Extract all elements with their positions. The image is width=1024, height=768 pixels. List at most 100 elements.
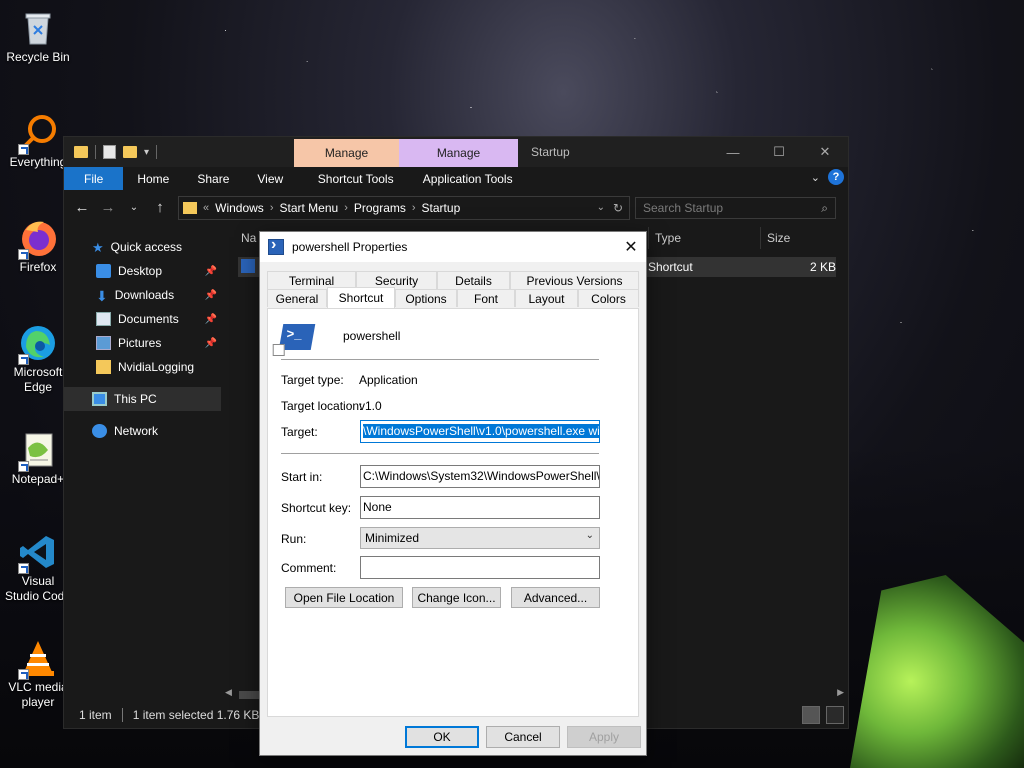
shortcut-arrow-icon — [18, 144, 29, 155]
shortcut-arrow-icon — [18, 563, 29, 574]
search-icon[interactable]: ⌕ — [821, 201, 828, 216]
column-header-type[interactable]: Type — [648, 227, 758, 249]
tab-share[interactable]: Share — [183, 167, 243, 190]
expand-ribbon-chevron-icon[interactable]: ⌄ — [811, 171, 820, 184]
dialog-titlebar[interactable]: powershell Properties ✕ — [260, 232, 646, 262]
run-select[interactable]: Minimized ⌄ — [360, 527, 600, 549]
start-in-field[interactable]: C:\Windows\System32\WindowsPowerShell\v1… — [360, 465, 600, 488]
column-header-size[interactable]: Size — [760, 227, 838, 249]
documents-icon — [96, 312, 111, 326]
divider — [95, 145, 96, 159]
details-view-icon[interactable] — [802, 706, 820, 724]
breadcrumb-startup[interactable]: Startup — [422, 201, 461, 215]
refresh-icon[interactable]: ↻ — [613, 201, 623, 215]
advanced-button[interactable]: Advanced... — [511, 587, 600, 608]
tab-details[interactable]: Details — [437, 271, 510, 289]
nav-pictures[interactable]: Pictures 📌 — [64, 331, 221, 355]
nav-this-pc[interactable]: This PC — [64, 387, 221, 411]
tab-options[interactable]: Options — [395, 289, 457, 307]
desktop-icon-notepadpp[interactable]: Notepad+ — [4, 430, 72, 487]
tab-shortcut[interactable]: Shortcut — [327, 287, 395, 308]
desktop-icon-recycle-bin[interactable]: Recycle Bin — [4, 8, 72, 65]
vlc-icon — [18, 638, 58, 680]
everything-icon — [18, 113, 58, 155]
nav-label: This PC — [114, 392, 157, 406]
nav-quick-access[interactable]: ★ Quick access — [64, 235, 221, 259]
column-header-name[interactable]: Na — [241, 227, 256, 249]
cancel-button[interactable]: Cancel — [486, 726, 560, 748]
breadcrumb-windows[interactable]: Windows — [215, 201, 264, 215]
breadcrumb-separator[interactable]: › — [270, 202, 274, 214]
computer-icon — [92, 392, 107, 406]
explorer-titlebar[interactable]: ▾ Manage Manage Startup — ☐ ✕ — [64, 137, 848, 167]
apply-button[interactable]: Apply — [567, 726, 641, 748]
search-input[interactable]: Search Startup ⌕ — [635, 197, 836, 219]
tab-font[interactable]: Font — [457, 289, 515, 307]
close-icon[interactable]: ✕ — [616, 232, 646, 262]
nav-documents[interactable]: Documents 📌 — [64, 307, 221, 331]
desktop-icon-vlc[interactable]: VLC media player — [4, 638, 72, 710]
notepadpp-icon — [18, 430, 58, 472]
breadcrumb-overflow[interactable]: « — [203, 202, 209, 214]
customize-chevron-icon[interactable]: ▾ — [144, 147, 149, 158]
desktop-icon-label: Microsoft Edge — [13, 365, 63, 394]
context-tab-manage-shortcut[interactable]: Manage — [294, 139, 399, 167]
breadcrumb-programs[interactable]: Programs — [354, 201, 406, 215]
up-arrow-icon[interactable]: ↑ — [152, 199, 168, 216]
tab-layout[interactable]: Layout — [515, 289, 578, 307]
large-icons-view-icon[interactable] — [826, 706, 844, 724]
maximize-icon[interactable]: ☐ — [756, 137, 802, 167]
target-field[interactable]: \WindowsPowerShell\v1.0\powershell.exe w… — [360, 420, 600, 443]
nav-network[interactable]: Network — [64, 419, 221, 443]
scroll-left-icon[interactable]: ◀ — [225, 687, 232, 698]
close-icon[interactable]: ✕ — [802, 137, 848, 167]
forward-arrow-icon[interactable]: → — [100, 199, 116, 216]
nav-nvidialogging[interactable]: NvidiaLogging — [64, 355, 221, 379]
nav-desktop[interactable]: Desktop 📌 — [64, 259, 221, 283]
address-bar[interactable]: « Windows › Start Menu › Programs › Star… — [178, 195, 630, 220]
desktop-icon-vscode[interactable]: Visual Studio Code — [4, 532, 72, 604]
new-folder-icon[interactable] — [123, 146, 137, 158]
tab-shortcut-tools[interactable]: Shortcut Tools — [303, 167, 408, 190]
change-icon-button[interactable]: Change Icon... — [412, 587, 501, 608]
ribbon-right-controls: ⌄ ? — [811, 169, 844, 185]
tab-file[interactable]: File — [64, 167, 124, 190]
desktop-icon-edge[interactable]: Microsoft Edge — [4, 323, 72, 395]
tab-application-tools[interactable]: Application Tools — [408, 167, 527, 190]
desktop-icon-label: Everything — [9, 155, 67, 169]
tab-view[interactable]: View — [243, 167, 303, 190]
scroll-right-icon[interactable]: ▶ — [837, 687, 844, 698]
minimize-icon[interactable]: — — [710, 137, 756, 167]
tab-colors[interactable]: Colors — [578, 289, 639, 307]
divider — [121, 708, 123, 722]
file-type-cell: Shortcut — [648, 260, 693, 274]
shortcut-key-field[interactable]: None — [360, 496, 600, 519]
desktop-icon-label: Firefox — [19, 260, 57, 274]
firefox-icon — [18, 218, 58, 260]
wallpaper-tent — [850, 575, 1024, 768]
nav-downloads[interactable]: ⬇ Downloads 📌 — [64, 283, 221, 307]
help-icon[interactable]: ? — [828, 169, 844, 185]
properties-icon[interactable] — [103, 145, 116, 159]
open-file-location-button[interactable]: Open File Location — [285, 587, 403, 608]
back-arrow-icon[interactable]: ← — [74, 199, 90, 216]
breadcrumb-start-menu[interactable]: Start Menu — [279, 201, 338, 215]
context-tab-manage-application[interactable]: Manage — [399, 139, 518, 167]
recycle-bin-icon — [18, 8, 58, 48]
ribbon-tabs: File Home Share View Shortcut Tools Appl… — [64, 167, 848, 190]
breadcrumb-separator[interactable]: › — [412, 202, 416, 214]
recent-locations-chevron-icon[interactable]: ⌄ — [126, 202, 142, 213]
desktop-icon-everything[interactable]: Everything — [4, 113, 72, 170]
folder-icon — [74, 146, 88, 158]
breadcrumb-separator[interactable]: › — [344, 202, 348, 214]
nav-label: Desktop — [118, 264, 163, 278]
desktop-icon-firefox[interactable]: Firefox — [4, 218, 72, 275]
tab-general[interactable]: General — [267, 289, 327, 307]
comment-field[interactable] — [360, 556, 600, 579]
tab-home[interactable]: Home — [123, 167, 183, 190]
powershell-icon — [272, 324, 316, 356]
shortcut-arrow-icon — [272, 344, 285, 356]
address-dropdown-chevron-icon[interactable]: ⌄ — [597, 202, 605, 213]
ok-button[interactable]: OK — [405, 726, 479, 748]
tab-previous-versions[interactable]: Previous Versions — [510, 271, 639, 289]
